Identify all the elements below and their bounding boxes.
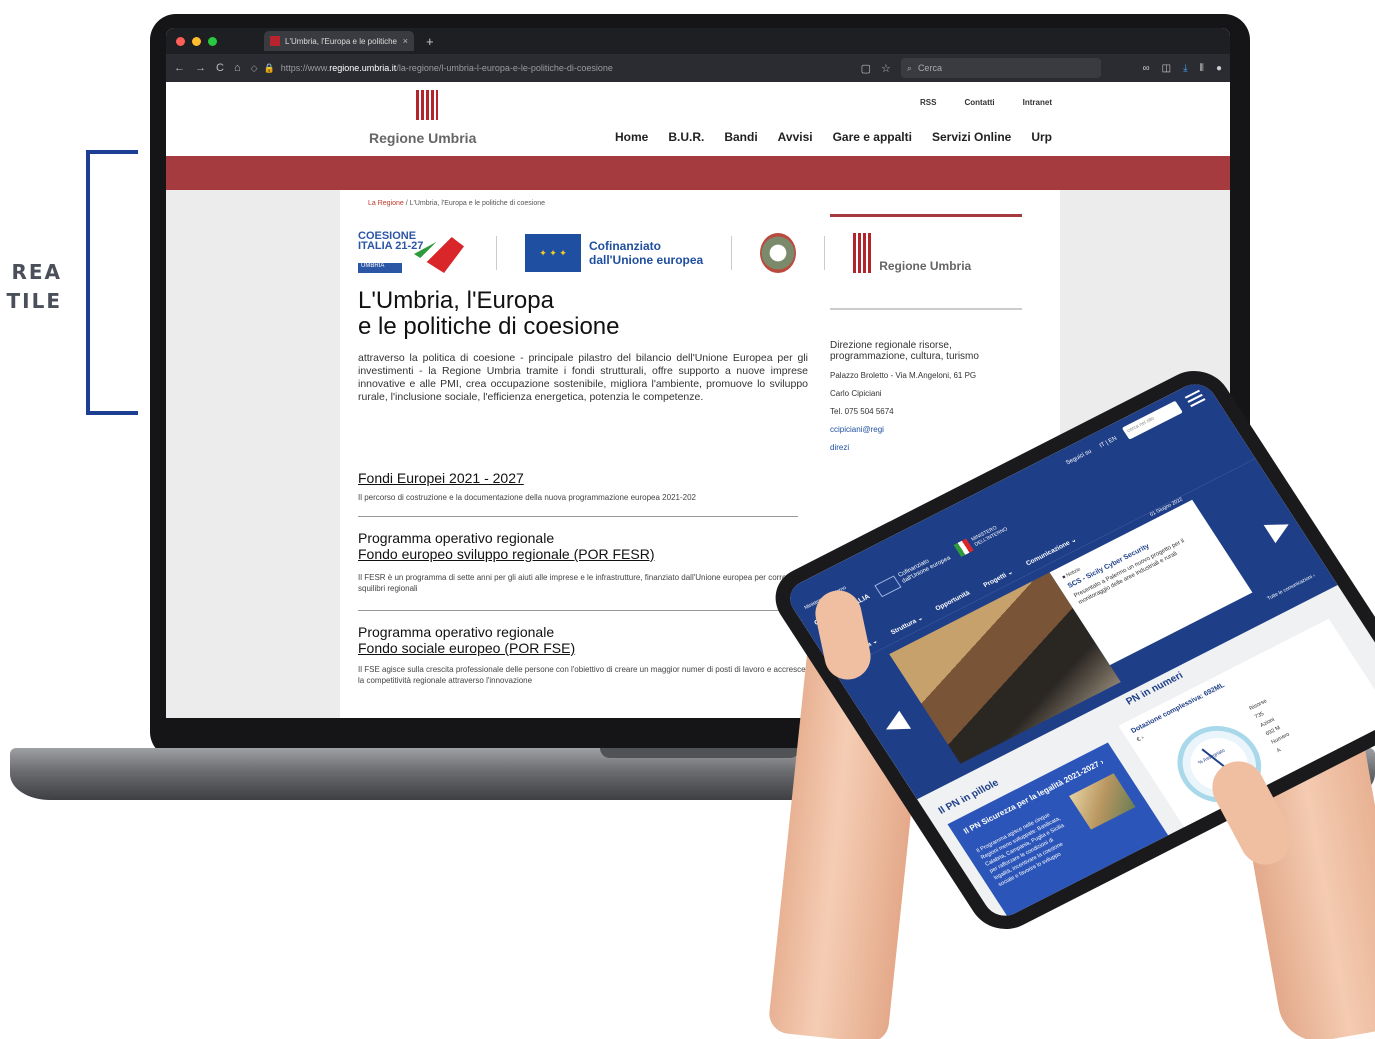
extension-icon[interactable]: ∞ — [1143, 63, 1150, 74]
back-icon[interactable]: ← — [174, 62, 185, 74]
tab-title: L'Umbria, l'Europa e le politiche — [285, 36, 397, 46]
favicon-icon — [270, 36, 280, 46]
forward-icon[interactable]: → — [195, 62, 206, 74]
tablet-eu-logo: Cofinanziato dall'Unione europea — [874, 550, 952, 598]
breadcrumb: La Regione / L'Umbria, l'Europa e le pol… — [368, 200, 545, 207]
nav-avvisi[interactable]: Avvisi — [778, 130, 813, 144]
italian-emblem-icon — [760, 233, 797, 273]
reload-icon[interactable]: C — [216, 62, 224, 74]
pillole-card-image — [1069, 773, 1136, 830]
logo-divider — [824, 236, 826, 270]
top-link-contatti[interactable]: Contatti — [964, 98, 994, 107]
tab-close-icon[interactable]: × — [403, 36, 408, 46]
sidebar-title: Direzione regionale risorse, programmazi… — [830, 340, 979, 362]
logo-divider — [496, 236, 497, 270]
home-icon[interactable]: ⌂ — [234, 62, 241, 74]
logo-divider — [731, 236, 733, 270]
library-icon[interactable]: ⦀ — [1200, 63, 1204, 74]
eu-logo: ✦ ✦ ✦ Cofinanziato dall'Unione europea — [525, 234, 703, 272]
hamburger-menu-icon[interactable] — [1184, 389, 1206, 408]
pocket-icon[interactable]: ◫ — [1162, 63, 1171, 74]
tablet-ministry-logo: MINISTERO DELL'INTERNO — [953, 520, 1010, 557]
top-link-intranet[interactable]: Intranet — [1023, 98, 1052, 107]
laptop-notch — [600, 748, 800, 758]
toolbar-icons: ∞ ◫ ⤓ ⦀ ● — [1143, 63, 1222, 74]
nav-bandi[interactable]: Bandi — [724, 130, 757, 144]
section-text-fesr: Il FESR è un programma di sette anni per… — [358, 573, 818, 593]
eu-flag-icon: ✦ ✦ ✦ — [525, 234, 581, 272]
partner-logos: COESIONE ITALIA 21-27 UMBRIA ✦ ✦ ✦ Cofin… — [358, 228, 1048, 278]
section-title-fse[interactable]: Programma operativo regionale Fondo soci… — [358, 624, 798, 656]
shield-icon: ◇ — [250, 62, 258, 73]
contact-sidebar: Direzione regionale risorse, programmazi… — [830, 308, 1030, 452]
site-header: Regione Umbria RSS Contatti Intranet Hom… — [166, 82, 1230, 156]
side-bracket — [86, 150, 138, 415]
browser-tab[interactable]: L'Umbria, l'Europa e le politiche × — [264, 31, 414, 51]
carousel-prev-icon[interactable]: ◀ — [876, 704, 913, 742]
breadcrumb-current: / L'Umbria, l'Europa e le politiche di c… — [403, 200, 546, 207]
close-window-dot[interactable] — [176, 36, 185, 46]
top-links: RSS Contatti Intranet — [920, 98, 1052, 107]
browser-search-field[interactable]: ⌕ Cerca — [900, 58, 1101, 78]
nav-gare[interactable]: Gare e appalti — [833, 130, 912, 144]
regione-umbria-logo-icon[interactable] — [416, 90, 438, 120]
side-label: REA TILE — [0, 258, 62, 316]
section-title-fondi[interactable]: Fondi Europei 2021 - 2027 — [358, 470, 798, 486]
eu-flag-icon — [874, 575, 902, 598]
sidebar-accent-rule — [830, 214, 1022, 217]
sidebar-email-2[interactable]: direzi — [830, 443, 1030, 452]
regione-umbria-logo: Regione Umbria — [853, 233, 971, 273]
main-nav: Home B.U.R. Bandi Avvisi Gare e appalti … — [615, 130, 1052, 144]
sidebar-rule — [830, 308, 1022, 310]
sidebar-phone: Tel. 075 504 5674 — [830, 407, 894, 416]
search-placeholder: Cerca — [917, 63, 942, 73]
new-tab-button[interactable]: + — [426, 34, 434, 49]
zoom-window-dot[interactable] — [208, 36, 217, 46]
section-title-fesr[interactable]: Programma operativo regionale Fondo euro… — [358, 530, 798, 562]
regione-umbria-mark-icon — [853, 233, 874, 273]
bookmark-star-icon[interactable]: ☆ — [881, 62, 891, 75]
sidebar-person: Carlo Cipiciani — [830, 389, 882, 398]
tablet-lang[interactable]: IT | EN — [1099, 436, 1119, 449]
nav-bur[interactable]: B.U.R. — [668, 130, 704, 144]
sidebar-email[interactable]: ccipiciani@regi — [830, 425, 1030, 434]
url-text: https://www.regione.umbria.it/la-regione… — [280, 63, 613, 73]
side-label-line2: TILE — [6, 289, 62, 313]
all-news-link[interactable]: Tutte le comunicazioni › — [1266, 573, 1316, 602]
reader-icon[interactable]: ▢ — [861, 62, 871, 75]
browser-tabbar: L'Umbria, l'Europa e le politiche × + — [166, 28, 1230, 54]
account-icon[interactable]: ● — [1216, 63, 1222, 74]
address-bar[interactable]: ◇ 🔒 https://www.regione.umbria.it/la-reg… — [251, 58, 851, 78]
top-link-rss[interactable]: RSS — [920, 98, 936, 107]
minimize-window-dot[interactable] — [192, 36, 201, 46]
logo-text[interactable]: Regione Umbria — [369, 130, 476, 146]
italian-flag-icon — [953, 538, 974, 557]
sidebar-address: Palazzo Broletto - Via M.Angeloni, 61 PG — [830, 371, 977, 380]
browser-urlbar: ← → C ⌂ ◇ 🔒 https://www.regione.umbria.i… — [166, 54, 1230, 82]
breadcrumb-link[interactable]: La Regione — [368, 200, 404, 207]
coesione-logo: COESIONE ITALIA 21-27 UMBRIA — [358, 231, 468, 275]
side-label-line1: REA — [11, 260, 62, 284]
nav-home[interactable]: Home — [615, 130, 648, 144]
section-divider — [358, 610, 798, 611]
carousel-next-icon[interactable]: ▶ — [1259, 509, 1296, 547]
download-icon[interactable]: ⤓ — [1183, 63, 1187, 74]
page-title: L'Umbria, l'Europa e le politiche di coe… — [358, 287, 620, 340]
tablet-social-label: Seguici su — [1065, 448, 1093, 467]
section-text-fse: Il FSE agisce sulla crescita professiona… — [358, 665, 813, 685]
search-icon: ⌕ — [906, 62, 912, 73]
nav-urp[interactable]: Urp — [1031, 130, 1052, 144]
lock-icon: 🔒 — [263, 62, 275, 73]
intro-text: attraverso la politica di coesione - pri… — [358, 352, 808, 403]
section-divider — [358, 516, 798, 517]
section-text-fondi: Il percorso di costruzione e la document… — [358, 493, 696, 502]
nav-servizi[interactable]: Servizi Online — [932, 130, 1011, 144]
red-band — [166, 156, 1230, 190]
